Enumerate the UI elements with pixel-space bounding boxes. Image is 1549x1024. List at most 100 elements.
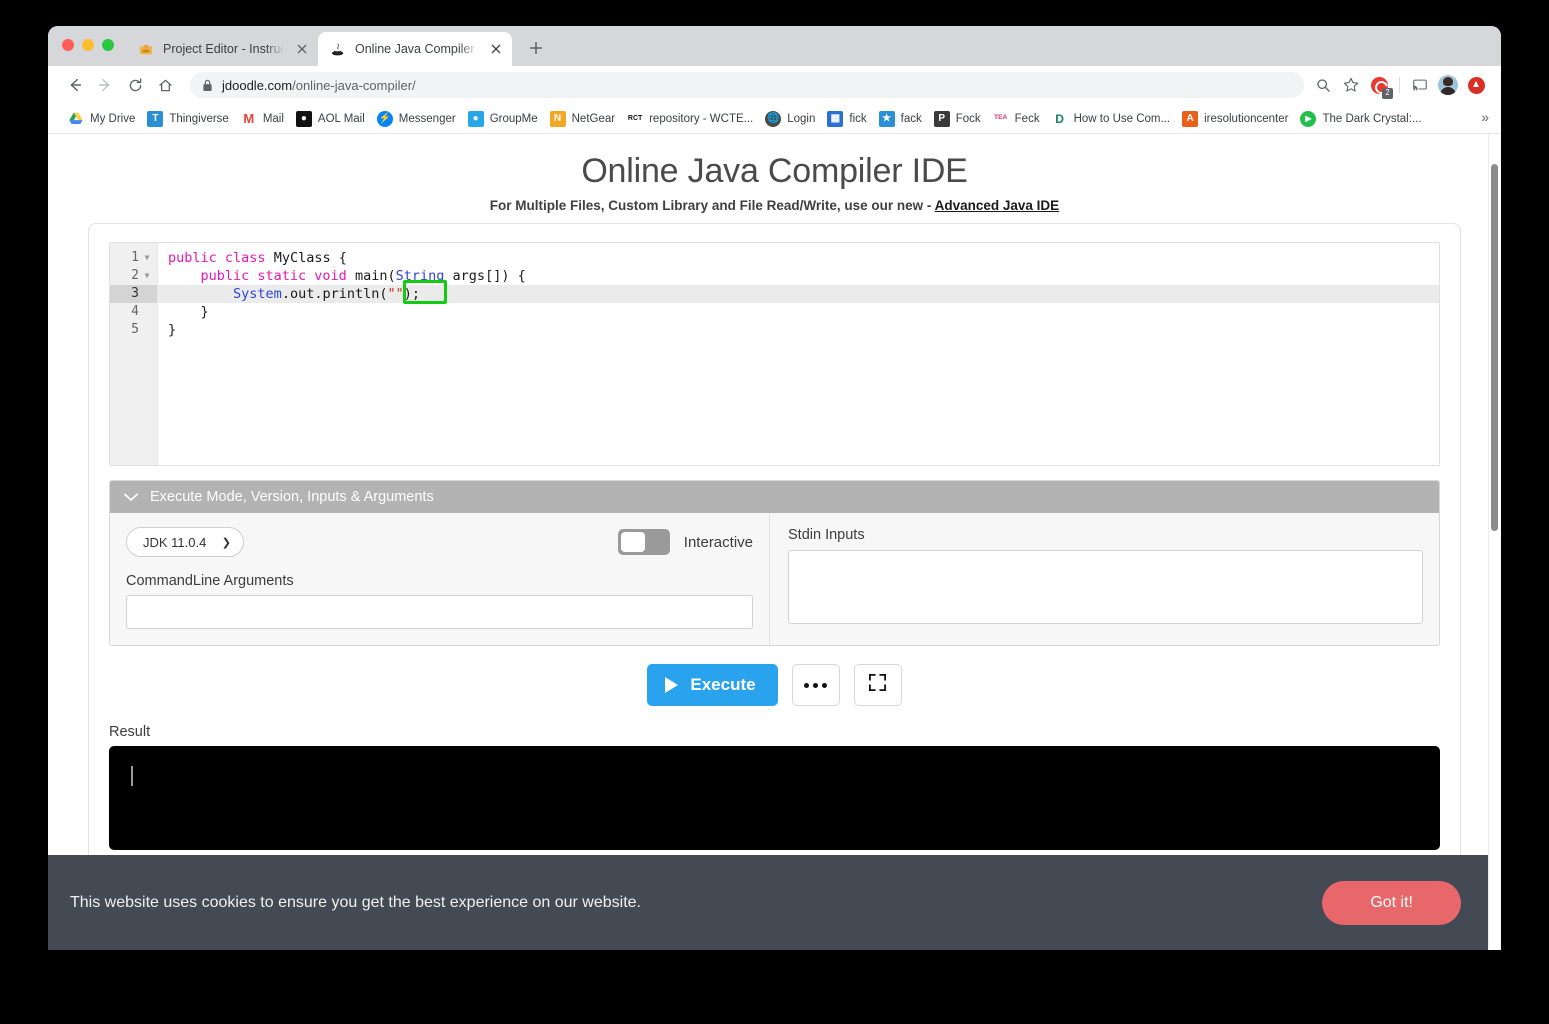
bookmark-label: iresolutioncenter — [1204, 113, 1288, 125]
advanced-java-ide-link[interactable]: Advanced Java IDE — [935, 198, 1060, 213]
close-tab-icon[interactable] — [294, 41, 310, 57]
bookmark-item[interactable]: ● AOL Mail — [290, 108, 371, 130]
execute-button[interactable]: Execute — [647, 664, 777, 706]
bookmark-item[interactable]: Airesolutioncenter — [1176, 108, 1294, 130]
fold-toggle-icon[interactable]: ▼ — [143, 267, 151, 285]
bookmark-item[interactable]: NNetGear — [544, 108, 621, 130]
jdk-version-value: JDK 11.0.4 — [143, 535, 206, 550]
stdin-inputs-textarea[interactable] — [788, 550, 1423, 624]
execute-panel-title: Execute Mode, Version, Inputs & Argument… — [150, 489, 434, 505]
bookmarks-bar: My Drive TThingiverse MMail ● AOL Mail ⚡M… — [48, 104, 1501, 134]
jdk-version-select[interactable]: JDK 11.0.4 ❯ — [126, 527, 244, 557]
secure-lock-icon — [202, 79, 213, 92]
bookmark-item[interactable]: ●GroupMe — [462, 108, 544, 130]
toggle-knob — [621, 532, 645, 552]
page-title: Online Java Compiler IDE — [48, 134, 1501, 191]
docs-icon: D — [1052, 111, 1068, 127]
code-text-area[interactable]: public class MyClass { public static voi… — [158, 243, 1439, 465]
commandline-arguments-label: CommandLine Arguments — [126, 573, 753, 589]
extension-icon-notifications[interactable]: 2 — [1366, 72, 1392, 98]
minimize-window-button[interactable] — [82, 39, 94, 51]
bookmark-label: Mail — [263, 113, 284, 125]
aol-icon: ● — [296, 111, 312, 127]
bookmark-item[interactable]: TThingiverse — [141, 108, 234, 130]
bookmark-item[interactable]: 🌐Login — [759, 108, 821, 130]
bookmark-label: fack — [901, 113, 922, 125]
page-scrollbar-track[interactable] — [1488, 134, 1501, 950]
gutter-line: 2▼ — [110, 267, 157, 285]
bookmark-item[interactable]: TEAFeck — [987, 108, 1046, 130]
bookmark-label: AOL Mail — [318, 113, 365, 125]
cast-icon[interactable] — [1407, 72, 1433, 98]
bookmark-item[interactable]: ⚡Messenger — [371, 108, 462, 130]
execute-panel-header[interactable]: Execute Mode, Version, Inputs & Argument… — [110, 481, 1439, 513]
chevron-down-icon: ❯ — [222, 536, 231, 549]
code-line: public static void main(String args[]) { — [158, 267, 1439, 285]
stdin-inputs-label: Stdin Inputs — [788, 527, 1423, 543]
gutter-line: 4 — [110, 303, 157, 321]
tab-strip: Project Editor - Instructables Online Ja… — [48, 26, 1501, 66]
code-editor[interactable]: 1▼ 2▼ 3 4 5 public class MyClass { publi… — [109, 242, 1440, 466]
fullscreen-icon — [868, 673, 887, 697]
bookmark-item[interactable]: DHow to Use Com... — [1046, 108, 1177, 130]
bookmark-item[interactable]: P Fock — [928, 108, 987, 130]
fullscreen-button[interactable] — [854, 664, 902, 706]
console-cursor — [131, 766, 133, 786]
avatar[interactable] — [1435, 72, 1461, 98]
search-icon[interactable] — [1310, 72, 1336, 98]
close-tab-icon[interactable] — [488, 41, 504, 57]
forward-arrow-icon[interactable] — [90, 70, 120, 100]
extension-glyph-2 — [1468, 77, 1485, 94]
result-console[interactable] — [109, 746, 1440, 850]
url-path: /online-java-compiler/ — [292, 78, 416, 93]
fock-icon: P — [934, 111, 950, 127]
line-number: 4 — [131, 303, 139, 321]
line-number: 1 — [131, 249, 139, 267]
jdoodle-ide-page: Online Java Compiler IDE For Multiple Fi… — [48, 134, 1501, 871]
star-icon[interactable] — [1338, 72, 1364, 98]
play-icon: ▶ — [1300, 111, 1316, 127]
toolbar-actions: 2 — [1310, 72, 1489, 98]
more-options-button[interactable] — [792, 664, 840, 706]
browser-window: Project Editor - Instructables Online Ja… — [48, 26, 1501, 950]
home-icon[interactable] — [150, 70, 180, 100]
bookmark-item[interactable]: ▶The Dark Crystal:... — [1294, 108, 1427, 130]
back-arrow-icon[interactable] — [60, 70, 90, 100]
bookmark-item[interactable]: ★fack — [873, 108, 928, 130]
subtitle-text: For Multiple Files, Custom Library and F… — [490, 198, 935, 213]
instructables-icon — [138, 41, 154, 57]
bookmark-item[interactable]: ▦fick — [821, 108, 872, 130]
netgear-icon: N — [550, 111, 566, 127]
bookmark-label: repository - WCTE... — [649, 113, 753, 125]
feck-icon: TEA — [993, 111, 1009, 127]
extension-icon-secondary[interactable] — [1463, 72, 1489, 98]
fick-icon: ▦ — [827, 111, 843, 127]
page-viewport: Online Java Compiler IDE For Multiple Fi… — [48, 134, 1501, 950]
bookmark-item[interactable]: My Drive — [62, 108, 141, 130]
address-bar[interactable]: jdoodle.com/online-java-compiler/ — [190, 72, 1304, 98]
window-controls — [62, 39, 114, 51]
close-window-button[interactable] — [62, 39, 74, 51]
cookie-accept-button[interactable]: Got it! — [1322, 881, 1461, 925]
chevron-down-icon — [124, 493, 138, 502]
browser-tab-instructables[interactable]: Project Editor - Instructables — [126, 32, 318, 66]
new-tab-button[interactable] — [522, 34, 550, 62]
ellipsis-icon — [804, 683, 827, 688]
execute-panel-left: JDK 11.0.4 ❯ Interactive CommandLine Arg… — [110, 513, 770, 645]
avatar-image — [1438, 75, 1458, 95]
reload-icon[interactable] — [120, 70, 150, 100]
bookmark-label: Fock — [956, 113, 981, 125]
execute-button-label: Execute — [690, 675, 755, 695]
bookmarks-overflow-icon[interactable]: » — [1477, 109, 1493, 125]
bookmark-item[interactable]: MMail — [235, 108, 290, 130]
maximize-window-button[interactable] — [102, 39, 114, 51]
commandline-arguments-input[interactable] — [126, 595, 753, 629]
browser-tab-jdoodle[interactable]: Online Java Compiler - Online ... — [318, 32, 512, 66]
gutter-line: 1▼ — [110, 249, 157, 267]
bookmark-item[interactable]: RCTrepository - WCTE... — [621, 108, 759, 130]
page-scrollbar-thumb[interactable] — [1491, 164, 1498, 531]
cookie-message: This website uses cookies to ensure you … — [70, 894, 641, 912]
execute-panel-body: JDK 11.0.4 ❯ Interactive CommandLine Arg… — [110, 513, 1439, 645]
interactive-toggle[interactable] — [618, 529, 670, 555]
fold-toggle-icon[interactable]: ▼ — [143, 249, 151, 267]
